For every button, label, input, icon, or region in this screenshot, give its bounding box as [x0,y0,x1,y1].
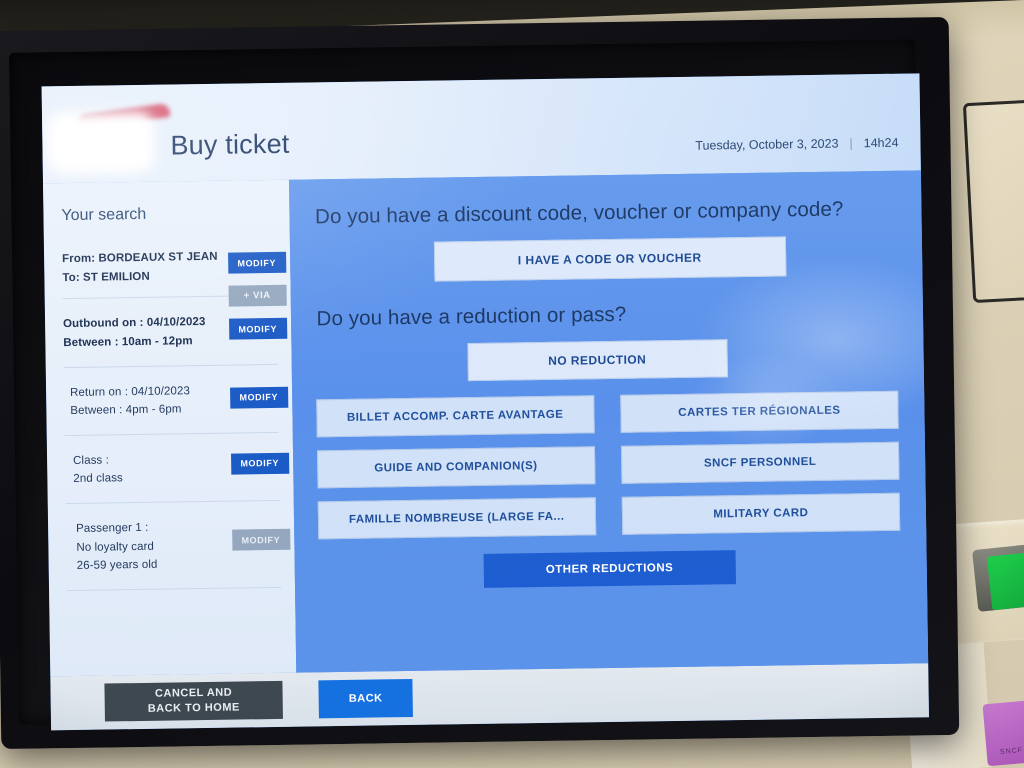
other-reductions-wrap: OTHER REDUCTIONS [318,548,901,591]
app-header: Buy ticket Tuesday, October 3, 2023 | 14… [41,73,921,184]
return-time-range: Between : 4pm - 6pm [70,403,182,418]
modify-passenger-button[interactable]: MODIFY [231,528,291,551]
cancel-line-2: BACK TO HOME [147,701,240,715]
header-date: Tuesday, October 3, 2023 [695,136,839,153]
cancel-line-1: CANCEL AND [154,686,233,700]
class-value: 2nd class [73,472,123,486]
main-panel: Do you have a discount code, voucher or … [288,170,929,673]
reduction-option-sncf-personnel[interactable]: SNCF PERSONNEL [620,441,900,484]
reduction-option-cartes-ter-regionales[interactable]: CARTES TER RÉGIONALES [619,390,899,433]
have-code-or-voucher-button[interactable]: I HAVE A CODE OR VOUCHER [433,236,786,282]
reduction-option-military-card[interactable]: MILITARY CARD [621,492,901,535]
sidebar-section-class: Class : 2nd class MODIFY [64,432,289,505]
modify-outbound-button[interactable]: MODIFY [228,318,287,340]
question-reduction-pass: Do you have a reduction or pass? [316,302,627,331]
passenger-age: 26-59 years old [76,558,158,573]
header-separator: | [849,136,853,151]
modify-return-button[interactable]: MODIFY [229,386,288,409]
page-title: Buy ticket [170,128,290,161]
modify-route-button[interactable]: MODIFY [227,251,286,274]
search-summary-sidebar: Your search From: BORDEAUX ST JEAN To: S… [42,179,296,677]
sncf-logo [45,110,155,175]
modify-class-button[interactable]: MODIFY [230,452,289,475]
reduction-option-billet-accomp-carte-avantage[interactable]: BILLET ACCOMP. CARTE AVANTAGE [315,395,595,438]
back-button[interactable]: BACK [318,678,413,719]
kiosk-ui: Buy ticket Tuesday, October 3, 2023 | 14… [41,73,930,731]
sidebar-title: Your search [61,205,147,225]
sidebar-section-passenger: Passenger 1 : No loyalty card 26-59 year… [65,500,291,591]
sidebar-section-route: From: BORDEAUX ST JEAN To: ST EMILION MO… [61,239,287,307]
return-date: Return on : 04/10/2023 [70,384,191,399]
question-discount-code: Do you have a discount code, voucher or … [314,197,844,229]
reduction-option-famille-nombreuse[interactable]: FAMILLE NOMBREUSE (LARGE FA... [317,497,597,540]
other-reductions-button[interactable]: OTHER REDUCTIONS [483,550,736,588]
passenger-label: Passenger 1 : [76,521,149,535]
route-to: To: ST EMILION [62,270,150,284]
no-reduction-button[interactable]: NO REDUCTION [466,339,728,382]
outbound-time-range: Between : 10am - 12pm [63,335,193,349]
touchscreen[interactable]: Buy ticket Tuesday, October 3, 2023 | 14… [41,73,930,731]
header-datetime: Tuesday, October 3, 2023 | 14h24 [695,136,898,153]
monitor-bezel-inner: Buy ticket Tuesday, October 3, 2023 | 14… [9,39,930,731]
header-time: 14h24 [863,135,899,151]
kiosk-photo: SNCF Buy ticket Tuesday, October 3, 2023… [0,0,1024,768]
monitor-bezel: Buy ticket Tuesday, October 3, 2023 | 14… [0,16,960,750]
sidebar-section-outbound: Outbound on : 04/10/2023 Between : 10am … [62,296,287,368]
card-reader-green-indicator [986,547,1024,611]
sidebar-section-return: Return on : 04/10/2023 Between : 4pm - 6… [63,364,288,436]
content-row: Your search From: BORDEAUX ST JEAN To: S… [42,170,929,677]
reduction-option-guide-and-companions[interactable]: GUIDE AND COMPANION(S) [316,446,596,489]
reduction-options-grid: BILLET ACCOMP. CARTE AVANTAGE CARTES TER… [315,390,901,540]
outbound-date: Outbound on : 04/10/2023 [62,316,206,331]
kiosk-side-panel [962,96,1024,304]
class-label: Class : [73,454,110,467]
card-reader-slot[interactable] [972,540,1024,612]
route-from: From: BORDEAUX ST JEAN [62,250,218,266]
cancel-and-back-to-home-button[interactable]: CANCEL AND BACK TO HOME [104,680,283,722]
passenger-loyalty: No loyalty card [76,540,155,554]
